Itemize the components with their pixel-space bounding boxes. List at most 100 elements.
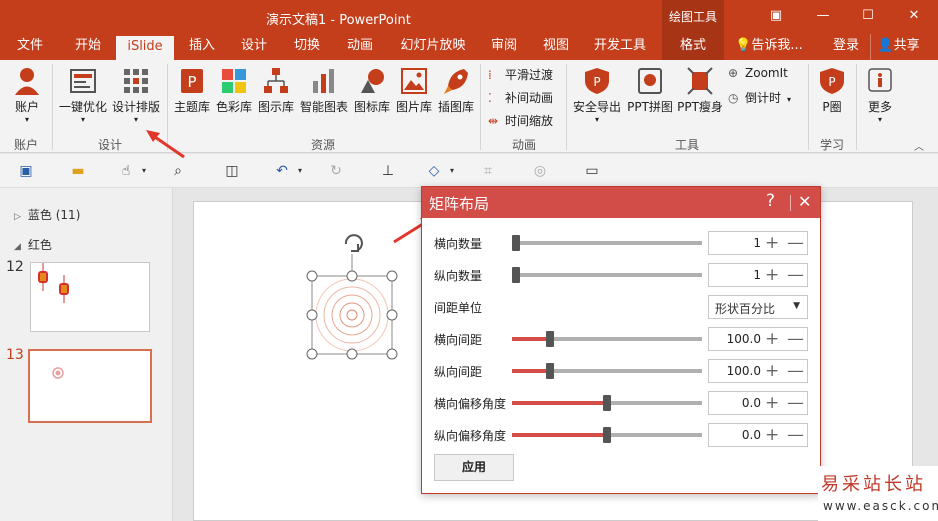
stepper-value[interactable]: 1 xyxy=(709,268,761,282)
p-circle-button[interactable]: P P圈 xyxy=(814,66,850,115)
ribbon-display-options-icon[interactable]: ▣ xyxy=(768,8,784,24)
tell-me-box[interactable]: 💡告诉我... xyxy=(733,34,805,60)
tab-animations[interactable]: 动画 xyxy=(340,34,380,60)
vertical-spacing-slider[interactable] xyxy=(512,363,702,379)
tab-islide[interactable]: iSlide xyxy=(116,34,174,60)
shape-fill-icon[interactable]: ◇ xyxy=(424,162,444,180)
maximize-button[interactable]: ☐ xyxy=(860,8,876,24)
slide-thumbnail-13[interactable] xyxy=(28,349,152,423)
ppt-collage-button[interactable]: PPT拼图 xyxy=(626,66,674,115)
stepper-value[interactable]: 1 xyxy=(709,236,761,250)
countdown-button[interactable]: ◷ 倒计时 ▾ xyxy=(728,89,791,106)
minus-icon[interactable]: — xyxy=(787,393,804,413)
touch-mode-icon[interactable]: ☝ xyxy=(116,162,136,180)
time-scale-button[interactable]: ⇹ 时间缩放 xyxy=(488,112,553,129)
plus-icon[interactable]: + xyxy=(765,393,779,413)
tab-review[interactable]: 审阅 xyxy=(484,34,524,60)
stepper-value[interactable]: 0.0 xyxy=(709,428,761,442)
smart-chart-button[interactable]: 智能图表 xyxy=(298,66,350,115)
merge-shapes-icon[interactable]: ◎ xyxy=(530,162,550,180)
minus-icon[interactable]: — xyxy=(787,361,804,381)
horizontal-count-stepper[interactable]: 1 + — xyxy=(708,231,808,255)
crop-icon[interactable]: ⌗ xyxy=(478,162,498,180)
plus-icon[interactable]: + xyxy=(765,329,779,349)
tab-view[interactable]: 视图 xyxy=(536,34,576,60)
plus-icon[interactable]: + xyxy=(765,361,779,381)
stepper-value[interactable]: 100.0 xyxy=(709,364,761,378)
smooth-transition-button[interactable]: ⁞ 平滑过渡 xyxy=(488,66,553,83)
collapse-ribbon-icon[interactable]: ︿ xyxy=(914,138,924,153)
minimize-button[interactable]: — xyxy=(815,8,831,24)
tab-insert[interactable]: 插入 xyxy=(182,34,222,60)
horizontal-offset-angle-stepper[interactable]: 0.0 + — xyxy=(708,391,808,415)
minus-icon[interactable]: — xyxy=(787,233,804,253)
icon-library-button[interactable]: 图标库 xyxy=(352,66,392,115)
more-button[interactable]: 更多 ▾ xyxy=(862,66,898,124)
sign-in-link[interactable]: 登录 xyxy=(828,34,864,60)
illustration-library-button[interactable]: 插图库 xyxy=(436,66,476,115)
one-click-optimize-button[interactable]: 一键优化 ▾ xyxy=(58,66,108,124)
print-preview-icon[interactable]: ⌕ xyxy=(168,162,188,180)
zoomit-button[interactable]: ⊕ ZoomIt xyxy=(728,66,788,80)
vertical-spacing-stepper[interactable]: 100.0 + — xyxy=(708,359,808,383)
dialog-close-button[interactable]: ✕ xyxy=(798,192,811,211)
horizontal-offset-angle-slider[interactable] xyxy=(512,395,702,411)
slider-thumb[interactable] xyxy=(512,267,520,283)
design-layout-button[interactable]: 设计排版 ▾ xyxy=(110,66,162,124)
dropdown-arrow-icon[interactable]: ▾ xyxy=(442,162,462,180)
tab-transitions[interactable]: 切换 xyxy=(287,34,327,60)
tab-home[interactable]: 开始 xyxy=(66,34,110,60)
dropdown-arrow-icon[interactable]: ▾ xyxy=(134,162,154,180)
slide-thumbnail-12[interactable] xyxy=(30,262,150,332)
dialog-title-bar[interactable]: 矩阵布局 ? ✕ xyxy=(422,187,820,218)
theme-library-button[interactable]: P 主题库 xyxy=(172,66,212,115)
horizontal-count-slider[interactable] xyxy=(512,235,702,251)
slide-preview-icon[interactable]: ▭ xyxy=(582,162,602,180)
stepper-value[interactable]: 100.0 xyxy=(709,332,761,346)
stepper-value[interactable]: 0.0 xyxy=(709,396,761,410)
save-icon[interactable]: ▣ xyxy=(16,162,36,180)
vertical-count-slider[interactable] xyxy=(512,267,702,283)
tween-animation-button[interactable]: ⁚ 补间动画 xyxy=(488,89,553,106)
tab-file[interactable]: 文件 xyxy=(8,34,52,60)
horizontal-spacing-slider[interactable] xyxy=(512,331,702,347)
vertical-offset-angle-slider[interactable] xyxy=(512,427,702,443)
plus-icon[interactable]: + xyxy=(765,233,779,253)
minus-icon[interactable]: — xyxy=(787,265,804,285)
safe-export-button[interactable]: P 安全导出 ▾ xyxy=(570,66,624,124)
minus-icon[interactable]: — xyxy=(787,425,804,445)
present-from-start-icon[interactable]: ◫ xyxy=(222,162,242,180)
slider-thumb[interactable] xyxy=(512,235,520,251)
close-button[interactable]: ✕ xyxy=(906,8,922,24)
slider-thumb[interactable] xyxy=(603,427,611,443)
picture-library-button[interactable]: 图片库 xyxy=(394,66,434,115)
slider-thumb[interactable] xyxy=(546,363,554,379)
slider-thumb[interactable] xyxy=(546,331,554,347)
plus-icon[interactable]: + xyxy=(765,265,779,285)
undo-icon[interactable]: ↶ xyxy=(272,162,292,180)
tab-developer[interactable]: 开发工具 xyxy=(592,34,648,60)
horizontal-spacing-stepper[interactable]: 100.0 + — xyxy=(708,327,808,351)
help-icon[interactable]: ? xyxy=(766,191,775,211)
plus-icon[interactable]: + xyxy=(765,425,779,445)
tab-slideshow[interactable]: 幻灯片放映 xyxy=(398,34,468,60)
section-red[interactable]: ◢ 红色 xyxy=(14,236,52,253)
share-button[interactable]: 👤共享 xyxy=(870,34,926,60)
slider-thumb[interactable] xyxy=(603,395,611,411)
diagram-library-button[interactable]: 图示库 xyxy=(256,66,296,115)
spacing-unit-select[interactable]: 形状百分比 ▼ xyxy=(708,295,808,319)
dropdown-arrow-icon[interactable]: ▾ xyxy=(290,162,310,180)
redo-icon[interactable]: ↻ xyxy=(326,162,346,180)
tab-format[interactable]: 格式 xyxy=(662,34,724,60)
align-icon[interactable]: ⊥ xyxy=(378,162,398,180)
tab-design[interactable]: 设计 xyxy=(234,34,274,60)
vertical-count-stepper[interactable]: 1 + — xyxy=(708,263,808,287)
ppt-slim-button[interactable]: PPT瘦身 xyxy=(676,66,724,115)
apply-button[interactable]: 应用 xyxy=(434,454,514,481)
vertical-offset-angle-stepper[interactable]: 0.0 + — xyxy=(708,423,808,447)
minus-icon[interactable]: — xyxy=(787,329,804,349)
section-blue[interactable]: ▷ 蓝色 (11) xyxy=(14,206,80,223)
color-library-button[interactable]: 色彩库 xyxy=(214,66,254,115)
account-button[interactable]: 账户 ▾ xyxy=(8,66,46,124)
open-folder-icon[interactable]: ▬ xyxy=(68,162,88,180)
